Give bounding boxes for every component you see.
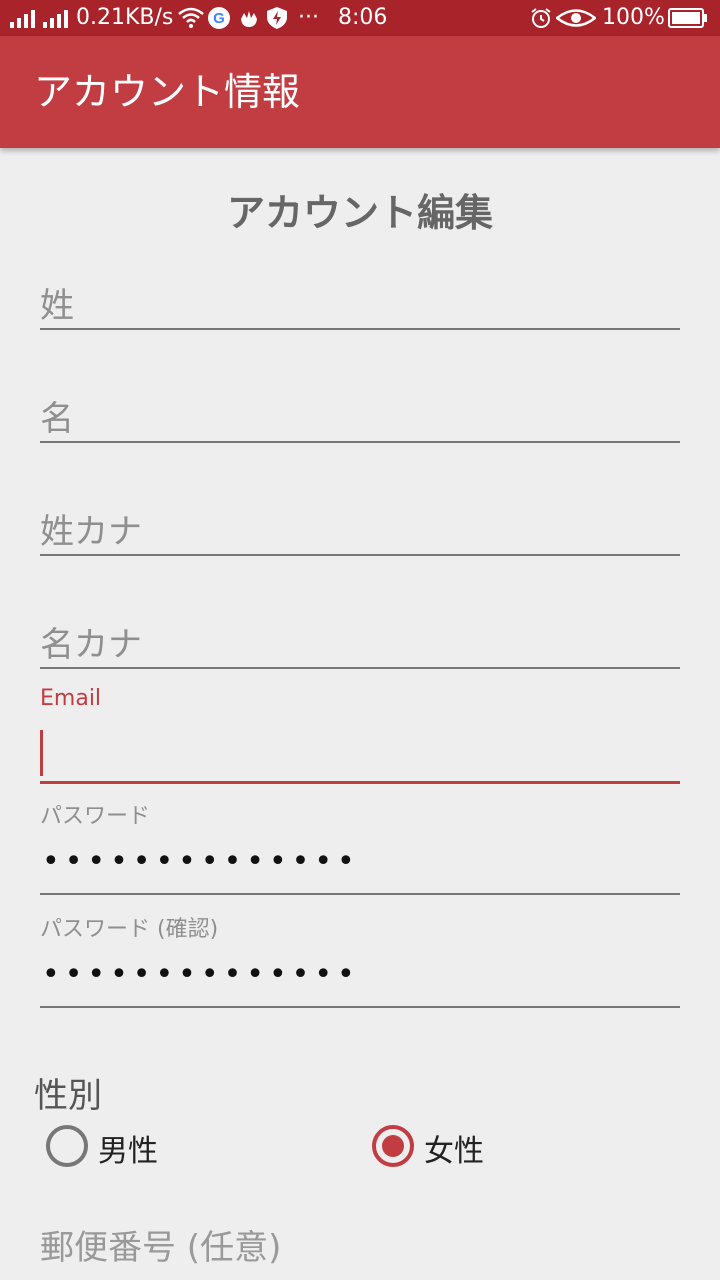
gender-option-female[interactable]: 女性 [372, 1124, 572, 1170]
network-speed: 0.21KB/s [76, 5, 174, 30]
gender-option-label: 男性 [98, 1134, 158, 1169]
password-value: •••••••••••••• [42, 844, 360, 879]
page-title: アカウント編集 [226, 191, 493, 235]
email-underline [40, 781, 680, 784]
more-notifications: ··· [298, 5, 319, 30]
first-name-placeholder: 名 [40, 399, 74, 439]
google-icon: G [208, 0, 230, 36]
wifi-icon [178, 0, 204, 36]
password-confirm-value: •••••••••••••• [42, 957, 360, 992]
password-confirm-field[interactable]: パスワード (確認) •••••••••••••• [40, 911, 680, 1011]
gender-label: 性別 [34, 1076, 102, 1116]
postal-code-placeholder[interactable]: 郵便番号 (任意) [40, 1220, 281, 1269]
email-label: Email [40, 686, 102, 711]
shield-icon [266, 0, 288, 36]
alarm-icon [530, 0, 552, 36]
password-underline [40, 893, 680, 895]
gender-option-label: 女性 [424, 1134, 484, 1169]
svg-text:G: G [213, 10, 225, 27]
last-name-underline [40, 328, 680, 330]
text-cursor [40, 730, 43, 776]
first-name-underline [40, 441, 680, 443]
first-name-kana-placeholder: 名カナ [40, 625, 142, 665]
password-confirm-label: パスワード (確認) [40, 917, 219, 942]
signal-bars-icon [10, 0, 70, 36]
email-field[interactable]: Email [40, 686, 680, 786]
battery-icon [668, 0, 708, 36]
hand-icon [238, 0, 260, 36]
first-name-kana-underline [40, 667, 680, 669]
eye-icon [554, 0, 598, 36]
last-name-field[interactable]: 姓 [40, 274, 680, 334]
gender-option-male[interactable]: 男性 [46, 1124, 246, 1170]
radio-checked-dot [382, 1135, 404, 1157]
status-bar: 0.21KB/s G ··· 8:06 100% [0, 0, 720, 36]
last-name-kana-underline [40, 554, 680, 556]
app-bar-title: アカウント情報 [34, 70, 301, 114]
last-name-placeholder: 姓 [40, 286, 74, 326]
last-name-kana-field[interactable]: 姓カナ [40, 500, 680, 560]
password-label: パスワード [40, 804, 151, 829]
radio-unchecked-icon[interactable] [46, 1125, 88, 1167]
first-name-field[interactable]: 名 [40, 387, 680, 447]
password-field[interactable]: パスワード •••••••••••••• [40, 798, 680, 898]
clock: 8:06 [338, 5, 388, 30]
first-name-kana-field[interactable]: 名カナ [40, 613, 680, 673]
password-confirm-underline [40, 1006, 680, 1008]
app-bar: アカウント情報 [0, 36, 720, 148]
battery-percent: 100% [602, 5, 665, 30]
last-name-kana-placeholder: 姓カナ [40, 512, 142, 552]
